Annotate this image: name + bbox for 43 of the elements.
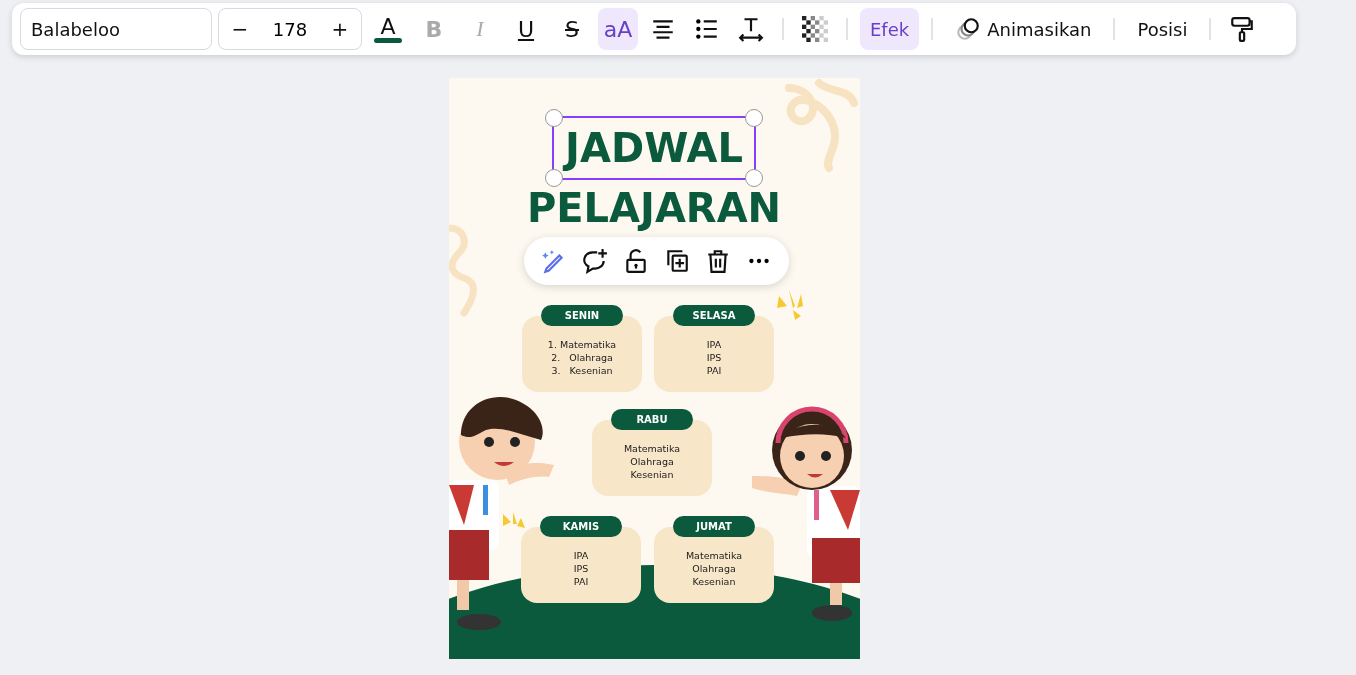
day-label: SENIN [541, 305, 623, 326]
paint-roller-icon[interactable] [1229, 16, 1256, 42]
subject-text: 2. Olahraga [551, 350, 613, 364]
subject-text: Kesenian [630, 467, 674, 481]
add-comment-icon[interactable] [582, 248, 609, 274]
position-button[interactable]: Posisi [1127, 8, 1198, 50]
subject-text: IPA [706, 337, 722, 351]
subject-text: IPS [706, 350, 722, 364]
subject-text: Matematika [623, 441, 681, 455]
animate-icon [955, 16, 982, 42]
resize-handle[interactable] [745, 109, 763, 127]
subject-text: Olahraga [630, 454, 674, 468]
font-size-value[interactable]: 178 [272, 18, 308, 40]
bullet-list-icon[interactable] [694, 16, 720, 42]
subject-text: 3. Kesenian [551, 363, 613, 377]
font-dropdown[interactable]: Balabeloo [20, 8, 212, 50]
subject-text: PAI [573, 574, 589, 588]
decrease-button[interactable]: − [229, 14, 251, 44]
text-color-button[interactable]: A [368, 8, 408, 50]
day-label: SELASA [673, 305, 755, 326]
subject-text: Olahraga [692, 561, 736, 575]
resize-handle[interactable] [545, 109, 563, 127]
strikethrough-button[interactable]: S [552, 8, 592, 50]
text-case-button[interactable]: aA [598, 8, 638, 50]
animate-label: Animasikan [987, 18, 1092, 40]
day-label: KAMIS [540, 516, 622, 537]
day-label: RABU [611, 409, 693, 430]
underline-button[interactable]: U [506, 8, 546, 50]
text-spacing-icon[interactable] [738, 16, 764, 42]
resize-handle[interactable] [745, 169, 763, 187]
resize-handle[interactable] [545, 169, 563, 187]
poster-title[interactable]: JADWAL PELAJARAN [509, 126, 799, 230]
transparency-icon[interactable] [802, 16, 828, 42]
increase-button[interactable]: + [329, 14, 351, 44]
animate-button[interactable]: Animasikan [945, 8, 1102, 50]
subject-text: PAI [706, 363, 722, 377]
subject-text: Matematika [685, 548, 743, 562]
effects-button[interactable]: Efek [860, 8, 920, 50]
day-label: JUMAT [673, 516, 755, 537]
subject-text: Kesenian [692, 574, 736, 588]
subject-text: IPS [573, 561, 589, 575]
subject-text: IPA [573, 548, 589, 562]
subject-text: 1. Matematika [547, 337, 617, 351]
